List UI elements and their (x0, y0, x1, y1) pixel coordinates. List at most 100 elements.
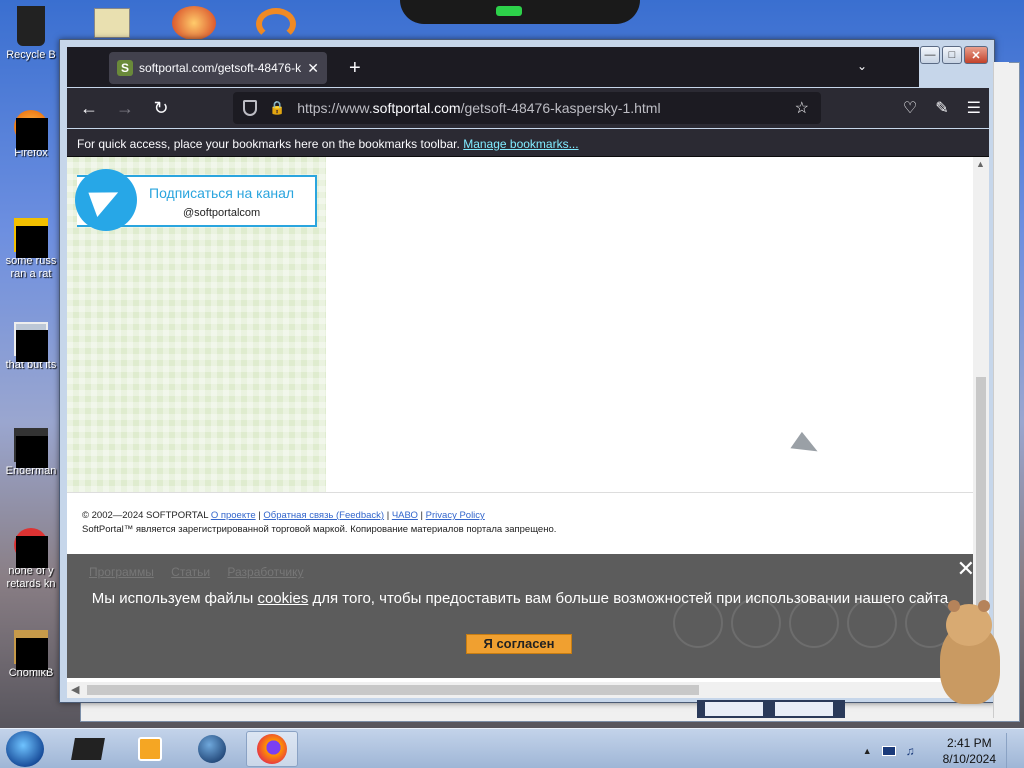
url-bar[interactable]: 🔒 https://www. softportal.com/getsoft-484… (233, 92, 821, 124)
bookmarks-toolbar: For quick access, place your bookmarks h… (67, 129, 989, 157)
tab-strip: S softportal.com/getsoft-48476-k ✕ + ⌄ (67, 47, 919, 87)
cookies-link[interactable]: cookies (257, 590, 308, 607)
navigation-toolbar: ← → ↻ 🔒 https://www. softportal.com/getso… (67, 88, 989, 128)
manage-bookmarks-link[interactable]: Manage bookmarks... (463, 137, 578, 151)
redaction-box (16, 436, 48, 468)
cookie-message: Мы используем файлы cookies для того, чт… (75, 588, 965, 609)
redaction-box (16, 118, 48, 150)
tracking-protection-shield-icon[interactable] (243, 100, 257, 116)
clock-date: 8/10/2024 (942, 752, 996, 766)
toolbar-right-icons: ♡ ✎ ☰ (903, 98, 981, 118)
show-desktop-button[interactable] (1006, 733, 1020, 768)
maximize-button[interactable]: □ (942, 46, 962, 64)
bookmarks-hint-text: For quick access, place your bookmarks h… (77, 137, 460, 151)
firefox-icon (257, 734, 287, 764)
terminal-icon (71, 738, 105, 760)
nav-link-articles[interactable]: Статьи (171, 565, 210, 579)
desktop-icon-firefox[interactable]: Firefox (0, 110, 62, 160)
window-caption-buttons: — □ ✕ (920, 46, 988, 64)
cookie-message-start: Мы используем файлы (91, 590, 258, 607)
url-host: softportal.com (372, 100, 461, 116)
url-prefix: https://www. (297, 100, 373, 116)
hamster-overlay-image (926, 600, 1006, 708)
cookie-consent-banner: Программы Статьи Разработчику Мы использ… (67, 554, 977, 678)
redaction-box (16, 330, 48, 362)
thumbnail[interactable] (705, 702, 763, 716)
clock-time: 2:41 PM (946, 736, 992, 750)
horizontal-scroll-thumb[interactable] (87, 685, 699, 695)
desktop-icon-label: Recycle B (6, 49, 56, 61)
scroll-up-arrow-icon[interactable]: ▲ (976, 159, 985, 169)
close-tab-icon[interactable]: ✕ (307, 60, 319, 77)
desktop-icon-file-1[interactable]: some russ ran a rat (0, 218, 62, 281)
desktop-icon-label: retards kn (6, 578, 56, 590)
scroll-left-arrow-icon[interactable]: ◀ (71, 683, 79, 696)
telegram-channel-handle: @softportalcom (183, 207, 261, 219)
back-arrow-icon[interactable]: ← (71, 98, 107, 119)
footer-copyright: © 2002—2024 SOFTPORTAL (82, 510, 209, 521)
firefox-window: — □ ✕ S softportal.com/getsoft-48476-k ✕… (59, 39, 995, 703)
list-all-tabs-chevron-icon[interactable]: ⌄ (857, 59, 867, 73)
taskbar: ▲ ♫ 2:41 PM 8/10/2024 (0, 728, 1024, 768)
left-sidebar: Подписаться на канал @softportalcom (67, 157, 326, 492)
desktop-icon-file-3[interactable]: none of y retards kn (0, 528, 62, 591)
forward-arrow-icon[interactable]: → (107, 98, 143, 119)
softportal-favicon: S (117, 60, 133, 76)
reload-icon[interactable]: ↻ (143, 98, 179, 119)
redaction-box (16, 226, 48, 258)
new-tab-button[interactable]: + (349, 57, 361, 80)
cookie-message-end: для того, чтобы предоставить вам больше … (308, 590, 949, 607)
extensions-icon[interactable]: ✎ (935, 98, 948, 118)
nav-link-programs[interactable]: Программы (89, 565, 154, 579)
volume-icon[interactable]: ♫ (906, 744, 915, 758)
page-content: Подписаться на канал @softportalcom © 20… (67, 157, 989, 698)
telegram-subscribe-banner[interactable]: Подписаться на канал @softportalcom (75, 169, 317, 231)
window-thumbnails[interactable] (697, 700, 845, 718)
url-path: /getsoft-48476-kaspersky-1.html (460, 100, 661, 116)
footer-link-feedback[interactable]: Обратная связь (Feedback) (263, 510, 384, 521)
taskbar-app-firefox[interactable] (246, 731, 298, 767)
start-button-windows-icon[interactable] (6, 731, 44, 767)
desktop-icon-recycle-bin[interactable]: Recycle B (0, 6, 62, 62)
minimize-button[interactable]: — (920, 46, 940, 64)
hamster-ear (978, 600, 990, 612)
telegram-subscribe-text: Подписаться на канал (149, 185, 295, 201)
agree-button[interactable]: Я согласен (466, 634, 572, 654)
footer-trademark: SoftPortal™ является зарегистрированной … (82, 524, 557, 535)
lock-icon[interactable]: 🔒 (269, 100, 285, 116)
recycle-bin-icon (17, 6, 45, 46)
hamster-ear (948, 600, 960, 612)
horizontal-scrollbar[interactable]: ◀ (67, 682, 973, 698)
close-window-button[interactable]: ✕ (964, 46, 988, 64)
footer-link-privacy[interactable]: Privacy Policy (426, 510, 485, 521)
taskbar-app-terminal[interactable] (62, 731, 114, 767)
page-footer: © 2002—2024 SOFTPORTAL О проекте | Обрат… (82, 510, 557, 535)
notch-graphic (400, 0, 640, 24)
pocket-icon[interactable]: ♡ (903, 98, 917, 118)
desktop-icon-folder[interactable]: that but its (0, 322, 62, 372)
menu-hamburger-icon[interactable]: ☰ (967, 98, 981, 118)
clock[interactable]: 2:41 PM 8/10/2024 (943, 735, 996, 767)
desktop-app-icon[interactable] (94, 8, 130, 38)
desktop-app-icon[interactable] (256, 8, 296, 40)
desktop-icon-file-2[interactable]: Enderman (0, 428, 62, 478)
footer-link-faq[interactable]: ЧАВО (392, 510, 418, 521)
tab-softportal[interactable]: S softportal.com/getsoft-48476-k ✕ (109, 52, 327, 84)
desktop-icon-hamster[interactable]: ChomikB (0, 630, 62, 680)
nav-link-developers[interactable]: Разработчику (227, 565, 303, 579)
footer-divider (67, 492, 977, 493)
hamster-head (946, 600, 992, 646)
telegram-logo-icon (75, 169, 137, 231)
bookmark-star-icon[interactable]: ☆ (795, 98, 809, 118)
thumbnail[interactable] (775, 702, 833, 716)
desktop-app-icon[interactable] (172, 6, 216, 40)
show-hidden-icons-chevron-icon[interactable]: ▲ (863, 746, 872, 756)
redaction-box (16, 638, 48, 670)
taskbar-app-media[interactable] (124, 731, 176, 767)
taskbar-app-globe[interactable] (186, 731, 238, 767)
media-player-icon (138, 737, 162, 761)
footer-link-about[interactable]: О проекте (211, 510, 256, 521)
redaction-box (16, 536, 48, 568)
network-icon[interactable] (881, 746, 896, 756)
tab-title: softportal.com/getsoft-48476-k (139, 61, 302, 75)
